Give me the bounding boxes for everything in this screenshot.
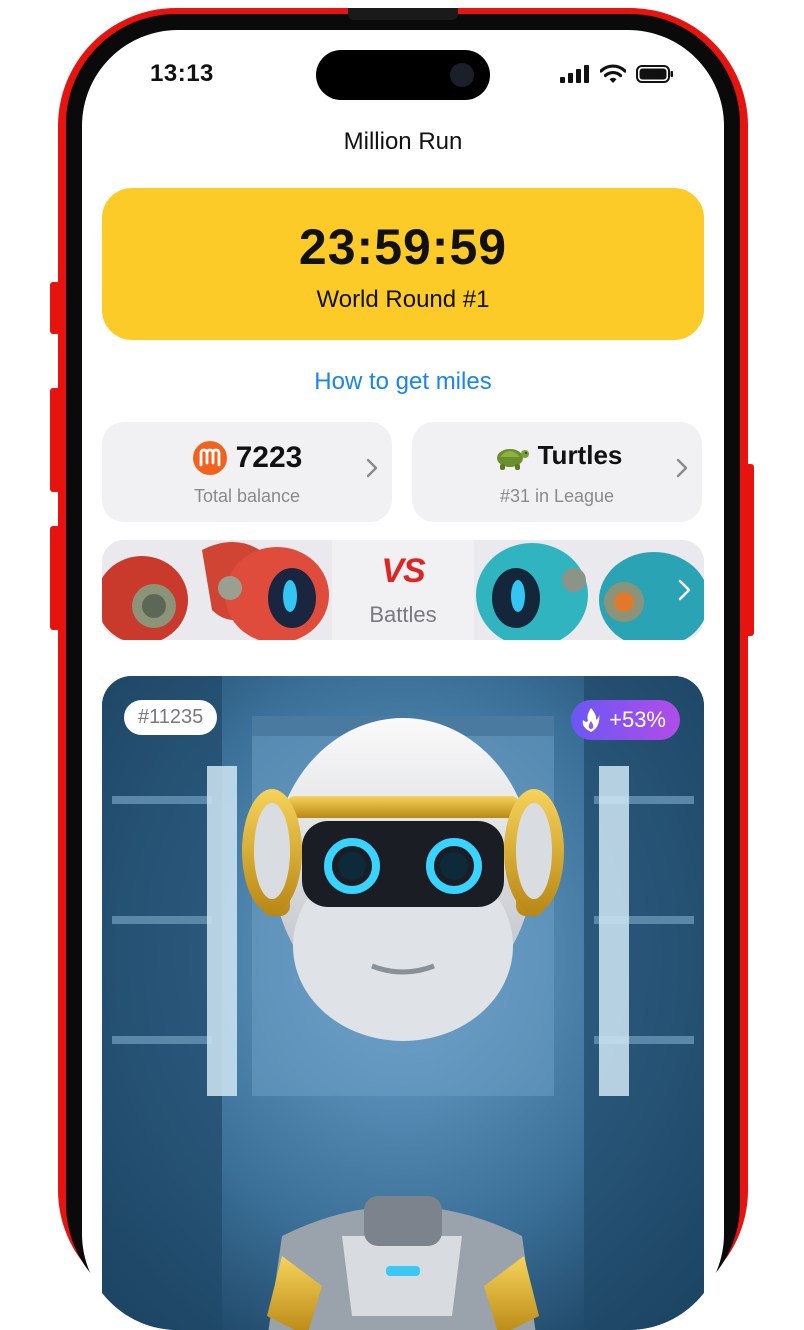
speaker-grille [348, 8, 458, 20]
how-to-get-miles-link[interactable]: How to get miles [82, 368, 724, 396]
miles-coin-icon [192, 441, 227, 475]
blue-robot-image [474, 540, 704, 640]
chevron-right-icon [676, 458, 688, 478]
nft-id-badge: #11235 [124, 700, 218, 735]
app-title: Million Run [343, 128, 463, 155]
league-card[interactable]: Turtles #31 in League [412, 422, 702, 522]
nft-card[interactable]: #11235 +53% [102, 676, 704, 1330]
power-button [744, 464, 754, 636]
front-camera [450, 63, 474, 87]
volume-up-button [50, 388, 60, 492]
wifi-icon [600, 64, 626, 83]
volume-down-button [50, 526, 60, 630]
round-timer-card: 23:59:59 World Round #1 [102, 188, 704, 340]
dynamic-island [316, 50, 490, 100]
boost-value: +53% [609, 707, 666, 732]
balance-card[interactable]: 7223 Total balance [102, 422, 392, 522]
balance-value: 7223 [235, 441, 303, 474]
status-icons [560, 64, 674, 84]
status-time: 13:13 [150, 60, 214, 87]
battles-card[interactable]: VS Battles [102, 540, 704, 640]
app-screen: 13:13 Million Run 23:59:59 World Round #… [82, 30, 724, 1330]
boost-badge: +53% [571, 700, 680, 740]
action-button [50, 282, 60, 334]
countdown-timer: 23:59:59 [298, 219, 508, 275]
turtle-icon [496, 448, 529, 470]
balance-label: Total balance [193, 486, 301, 506]
league-name: Turtles [537, 440, 623, 470]
chevron-right-icon [678, 579, 691, 601]
battery-icon [636, 65, 673, 83]
robot-artwork-image [102, 676, 704, 1330]
cellular-signal-icon [560, 65, 589, 83]
round-label: World Round #1 [316, 286, 490, 313]
flame-icon [582, 708, 600, 732]
chevron-right-icon [366, 458, 378, 478]
league-rank: #31 in League [499, 486, 615, 506]
